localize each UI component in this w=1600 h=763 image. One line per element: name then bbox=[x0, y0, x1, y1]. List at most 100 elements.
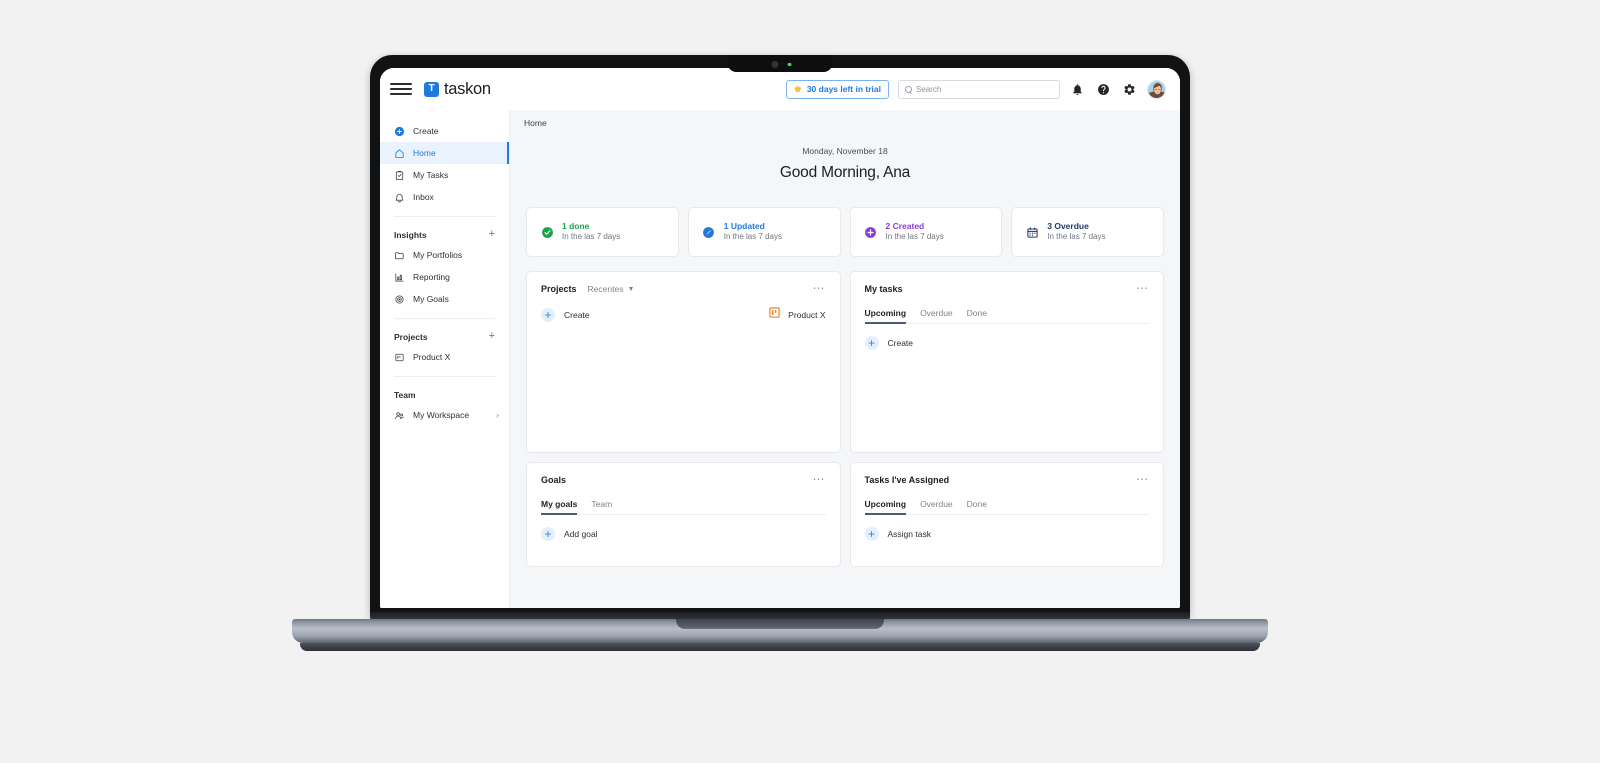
create-task-button[interactable]: + Create bbox=[864, 336, 1150, 350]
sidebar-item-my-workspace[interactable]: My Workspace › bbox=[380, 404, 509, 426]
ellipsis-icon[interactable]: ⋯ bbox=[1136, 282, 1149, 294]
chevron-right-icon[interactable]: › bbox=[496, 410, 499, 420]
body-split: Create Home My Tasks Inbox Insights + My… bbox=[380, 110, 1180, 608]
plus-circle-icon bbox=[864, 225, 878, 239]
tab-overdue[interactable]: Overdue bbox=[920, 499, 953, 514]
greeting-date: Monday, November 18 bbox=[802, 146, 888, 156]
sidebar-section-title: Projects bbox=[394, 331, 428, 342]
camera-notch bbox=[727, 55, 833, 72]
sidebar-item-label: My Goals bbox=[413, 294, 449, 304]
search-placeholder: Search bbox=[916, 84, 942, 94]
board-icon bbox=[394, 352, 405, 363]
brand-mark-icon: T bbox=[424, 81, 439, 97]
laptop-lid: T taskon ♚ 30 days left in trial Search bbox=[370, 55, 1190, 620]
stat-subtitle: In the las 7 days bbox=[1047, 232, 1106, 242]
question-circle-icon[interactable] bbox=[1095, 81, 1112, 98]
sidebar-item-label: Inbox bbox=[413, 192, 434, 202]
folder-icon bbox=[394, 250, 405, 261]
add-project-button[interactable]: + bbox=[489, 331, 495, 342]
crown-icon: ♚ bbox=[793, 83, 802, 94]
stats-row: 1 done In the las 7 days 1 Updated In th… bbox=[526, 207, 1164, 257]
brand-name: taskon bbox=[444, 79, 491, 98]
sidebar-item-label: Reporting bbox=[413, 272, 450, 282]
sidebar-item-my-goals[interactable]: My Goals bbox=[380, 288, 509, 310]
ellipsis-icon[interactable]: ⋯ bbox=[813, 282, 826, 294]
assign-task-button[interactable]: + Assign task bbox=[864, 527, 1150, 541]
create-task-label: Create bbox=[887, 338, 914, 348]
gear-icon[interactable] bbox=[1121, 81, 1138, 98]
goals-tabs: My goals Team bbox=[541, 499, 826, 515]
top-bar-actions: ♚ 30 days left in trial Search bbox=[785, 68, 1166, 110]
stat-value: 1 Updated bbox=[723, 220, 765, 231]
sidebar-item-my-tasks[interactable]: My Tasks bbox=[380, 164, 509, 186]
sidebar-section-projects: Projects + bbox=[380, 327, 509, 346]
sidebar-divider bbox=[394, 216, 495, 217]
brand-logo[interactable]: T taskon bbox=[424, 80, 491, 99]
sidebar-item-label: Create bbox=[413, 126, 439, 136]
projects-row: + Create Product X bbox=[541, 306, 826, 324]
sidebar-item-label: My Workspace bbox=[413, 410, 470, 420]
widget-my-tasks: My tasks ⋯ Upcoming Overdue Done + Creat… bbox=[849, 271, 1164, 453]
project-item-product-x[interactable]: Product X bbox=[768, 306, 826, 324]
stat-value: 2 Created bbox=[885, 220, 925, 231]
tab-overdue[interactable]: Overdue bbox=[920, 308, 953, 323]
chevron-down-icon: ▼ bbox=[627, 285, 635, 293]
plus-icon: + bbox=[541, 308, 555, 322]
user-avatar[interactable] bbox=[1147, 79, 1166, 99]
laptop-mockup: T taskon ♚ 30 days left in trial Search bbox=[0, 0, 1600, 763]
tab-my-goals[interactable]: My goals bbox=[541, 499, 578, 515]
bell-icon[interactable] bbox=[1069, 81, 1086, 98]
stat-subtitle: In the las 7 days bbox=[562, 232, 621, 242]
taskon-app: T taskon ♚ 30 days left in trial Search bbox=[380, 68, 1180, 608]
stat-card-done[interactable]: 1 done In the las 7 days bbox=[526, 207, 679, 257]
stat-card-created[interactable]: 2 Created In the las 7 days bbox=[849, 207, 1003, 257]
stat-subtitle: In the las 7 days bbox=[885, 232, 944, 242]
calendar-icon bbox=[1025, 225, 1039, 239]
sidebar-item-home[interactable]: Home bbox=[380, 142, 509, 164]
widget-header: My tasks ⋯ bbox=[865, 282, 1150, 294]
sidebar-item-inbox[interactable]: Inbox bbox=[380, 186, 509, 208]
trial-badge-label: 30 days left in trial bbox=[806, 84, 881, 94]
laptop-screen: T taskon ♚ 30 days left in trial Search bbox=[380, 68, 1180, 608]
search-input[interactable]: Search bbox=[898, 79, 1060, 99]
tab-team[interactable]: Team bbox=[591, 499, 612, 514]
sidebar-section-title: Insights bbox=[394, 229, 427, 240]
add-goal-button[interactable]: + Add goal bbox=[541, 527, 826, 541]
page-title: Good Morning, Ana bbox=[779, 164, 911, 181]
projects-filter-value: Recentes bbox=[587, 284, 624, 294]
board-icon bbox=[768, 306, 781, 324]
sidebar-section-title: Team bbox=[394, 389, 416, 400]
create-project-button[interactable]: + Create bbox=[541, 308, 590, 322]
sidebar-item-create[interactable]: Create bbox=[380, 120, 509, 142]
bar-chart-icon bbox=[394, 272, 405, 283]
hamburger-menu-icon[interactable] bbox=[390, 78, 412, 100]
sidebar-item-my-portfolios[interactable]: My Portfolios bbox=[380, 244, 509, 266]
plus-icon: + bbox=[864, 336, 879, 350]
add-insight-button[interactable]: + bbox=[489, 229, 495, 240]
widget-title: Goals bbox=[541, 475, 567, 485]
ellipsis-icon[interactable]: ⋯ bbox=[813, 473, 826, 485]
home-icon bbox=[394, 148, 405, 159]
sidebar-item-label: Product X bbox=[413, 352, 451, 362]
tab-done[interactable]: Done bbox=[967, 308, 987, 323]
tab-done[interactable]: Done bbox=[967, 499, 987, 514]
tab-upcoming[interactable]: Upcoming bbox=[864, 308, 906, 324]
laptop-base bbox=[292, 619, 1268, 643]
add-goal-label: Add goal bbox=[564, 529, 598, 539]
check-circle-icon bbox=[540, 225, 554, 239]
sidebar-divider bbox=[394, 318, 495, 319]
ellipsis-icon[interactable]: ⋯ bbox=[1136, 473, 1149, 485]
widget-title: Tasks I've Assigned bbox=[864, 475, 950, 485]
assigned-tabs: Upcoming Overdue Done bbox=[864, 499, 1149, 515]
sidebar-item-product-x[interactable]: Product X bbox=[380, 346, 509, 368]
stat-card-overdue[interactable]: 3 Overdue In the las 7 days bbox=[1011, 207, 1164, 257]
stat-card-updated[interactable]: 1 Updated In the las 7 days bbox=[687, 207, 841, 257]
projects-filter-dropdown[interactable]: Recentes ▼ bbox=[588, 284, 635, 294]
sidebar-item-label: My Tasks bbox=[413, 170, 449, 180]
sidebar-divider bbox=[394, 376, 495, 377]
trial-badge[interactable]: ♚ 30 days left in trial bbox=[785, 79, 889, 99]
breadcrumb[interactable]: Home bbox=[524, 118, 547, 128]
tab-upcoming[interactable]: Upcoming bbox=[864, 499, 906, 515]
people-icon bbox=[394, 410, 405, 421]
sidebar-item-reporting[interactable]: Reporting bbox=[380, 266, 509, 288]
